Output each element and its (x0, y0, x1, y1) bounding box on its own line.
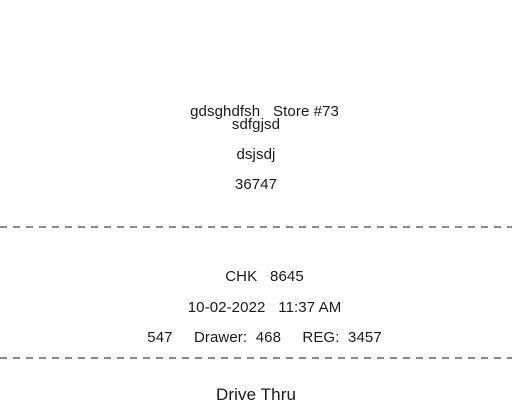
reg-number: 3457 (348, 329, 382, 346)
address-line-3: 36747 (234, 176, 278, 193)
dashed-divider-top (0, 226, 512, 228)
drawer-number: 468 (255, 329, 282, 346)
drawer-label: Drawer: (193, 329, 248, 346)
receipt: gdsghdfsh Store #73 sdfgjsd dsjsdj 36747… (0, 0, 512, 404)
dashed-divider-bottom (0, 357, 512, 359)
reg-label: REG: (302, 329, 340, 346)
employee-id: 547 (147, 329, 173, 346)
address-line-1: sdfgjsd (231, 116, 281, 133)
order-type: Drive Thru (215, 385, 297, 404)
address-line-2: dsjsdj (236, 146, 276, 163)
